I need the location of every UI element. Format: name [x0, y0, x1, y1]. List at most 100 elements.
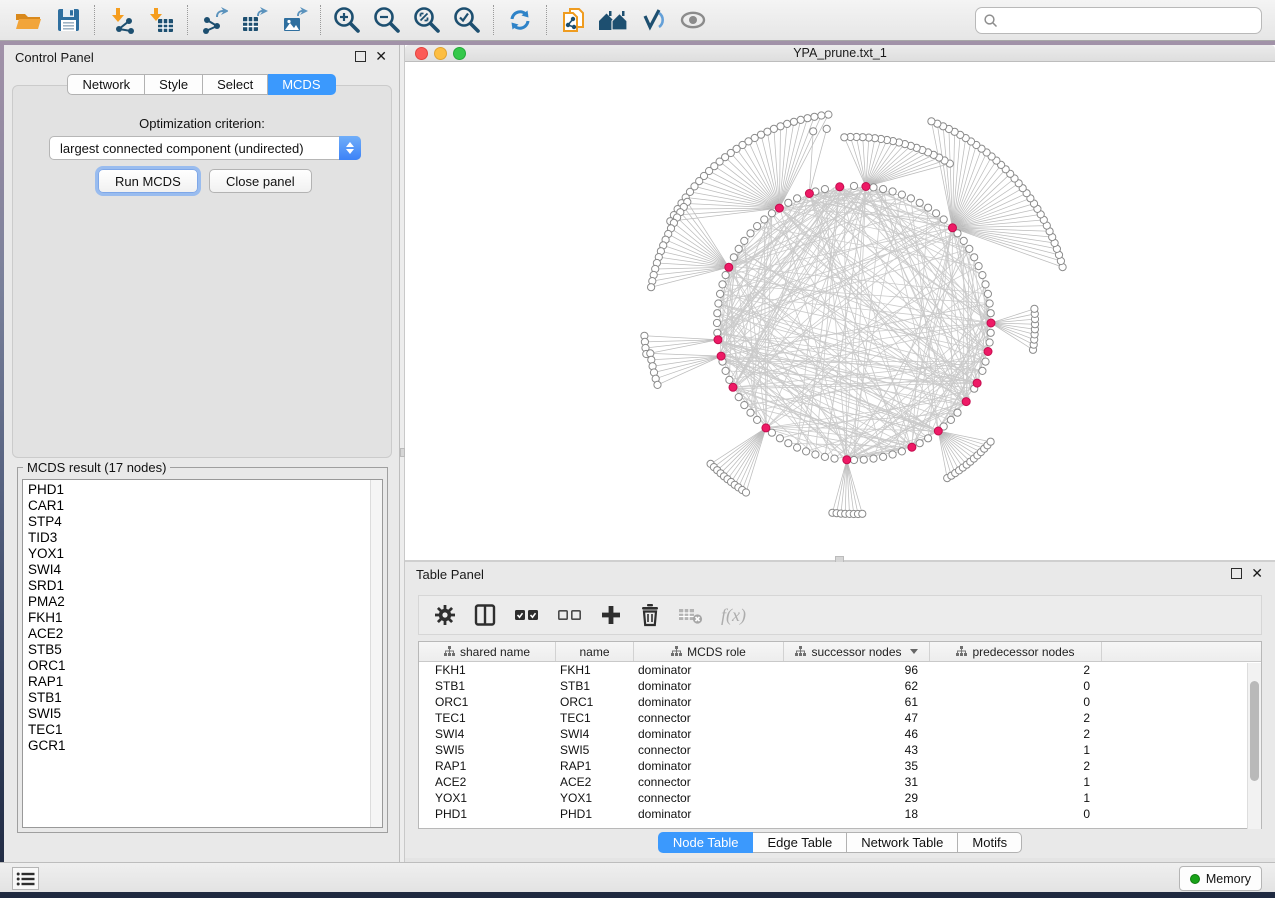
- zoom-fit-button[interactable]: [407, 3, 447, 37]
- clone-network-button[interactable]: [553, 3, 593, 37]
- mcds-result-item[interactable]: SRD1: [28, 578, 382, 594]
- refresh-layout-button[interactable]: [500, 3, 540, 37]
- mcds-result-item[interactable]: STB1: [28, 690, 382, 706]
- criterion-select[interactable]: largest connected component (undirected): [49, 136, 361, 160]
- mcds-result-item[interactable]: FKH1: [28, 610, 382, 626]
- zoom-selected-button[interactable]: [447, 3, 487, 37]
- column-header-predecessor-nodes[interactable]: predecessor nodes: [930, 642, 1102, 661]
- table-cell: dominator: [634, 759, 784, 773]
- table-row[interactable]: SWI4SWI4dominator462: [419, 726, 1261, 742]
- close-icon[interactable]: ✕: [375, 48, 387, 64]
- open-session-button[interactable]: [8, 3, 48, 37]
- mcds-result-item[interactable]: RAP1: [28, 674, 382, 690]
- import-table-button[interactable]: [141, 3, 181, 37]
- column-network-icon: [671, 646, 682, 657]
- table-cell: 2: [930, 711, 1102, 725]
- deselect-all-button[interactable]: [557, 601, 583, 629]
- close-panel-button[interactable]: Close panel: [209, 169, 312, 193]
- float-window-icon[interactable]: [1231, 568, 1242, 579]
- table-row[interactable]: SWI5SWI5connector431: [419, 742, 1261, 758]
- column-header-name[interactable]: name: [556, 642, 634, 661]
- mcds-result-item[interactable]: TID3: [28, 530, 382, 546]
- column-header-label: name: [579, 645, 609, 659]
- column-network-icon: [444, 646, 455, 657]
- mcds-result-item[interactable]: SWI4: [28, 562, 382, 578]
- show-graphics-details-button[interactable]: [673, 3, 713, 37]
- search-input[interactable]: [999, 11, 1261, 31]
- table-row[interactable]: TEC1TEC1connector472: [419, 710, 1261, 726]
- table-cell: ORC1: [556, 695, 634, 709]
- table-row[interactable]: ORC1ORC1dominator610: [419, 694, 1261, 710]
- table-cell: RAP1: [556, 759, 634, 773]
- task-history-button[interactable]: [12, 867, 39, 890]
- create-column-button[interactable]: [600, 601, 622, 629]
- mcds-result-item[interactable]: CAR1: [28, 498, 382, 514]
- table-cell: STB1: [419, 679, 556, 693]
- mcds-result-item[interactable]: PHD1: [28, 482, 382, 498]
- search-box[interactable]: [975, 7, 1262, 34]
- network-overview-button[interactable]: [593, 3, 633, 37]
- mcds-result-item[interactable]: YOX1: [28, 546, 382, 562]
- column-header-MCDS-role[interactable]: MCDS role: [634, 642, 784, 661]
- mcds-result-list[interactable]: PHD1CAR1STP4TID3YOX1SWI4SRD1PMA2FKH1ACE2…: [22, 479, 383, 828]
- hide-graphics-details-button[interactable]: [633, 3, 673, 37]
- mcds-result-item[interactable]: STB5: [28, 642, 382, 658]
- node-table[interactable]: shared name name MCDS rolesuccessor nodes p…: [418, 641, 1262, 829]
- mcds-result-item[interactable]: PMA2: [28, 594, 382, 610]
- clone-network-icon: [559, 6, 587, 34]
- mcds-result-item[interactable]: GCR1: [28, 738, 382, 754]
- table-row[interactable]: RAP1RAP1dominator352: [419, 758, 1261, 774]
- tab-node-table[interactable]: Node Table: [658, 832, 754, 853]
- mcds-result-group: MCDS result (17 nodes) PHD1CAR1STP4TID3Y…: [17, 460, 388, 833]
- network-window-titlebar[interactable]: YPA_prune.txt_1: [405, 45, 1275, 62]
- tab-mcds[interactable]: MCDS: [268, 74, 335, 95]
- table-cell: RAP1: [419, 759, 556, 773]
- toolbar-separator: [546, 5, 547, 35]
- tab-motifs[interactable]: Motifs: [958, 832, 1022, 853]
- export-table-button[interactable]: [234, 3, 274, 37]
- mcds-result-item[interactable]: ACE2: [28, 626, 382, 642]
- table-row[interactable]: YOX1YOX1connector291: [419, 790, 1261, 806]
- scrollbar-thumb[interactable]: [1250, 681, 1259, 781]
- mcds-result-item[interactable]: ORC1: [28, 658, 382, 674]
- column-header-shared-name[interactable]: shared name: [419, 642, 556, 661]
- column-header-label: predecessor nodes: [972, 645, 1074, 659]
- network-view-window[interactable]: YPA_prune.txt_1: [405, 45, 1275, 560]
- show-columns-button[interactable]: [473, 601, 497, 629]
- table-settings-button[interactable]: [434, 601, 456, 629]
- list-scrollbar[interactable]: [370, 480, 382, 827]
- float-window-icon[interactable]: [355, 51, 366, 62]
- zoom-in-button[interactable]: [327, 3, 367, 37]
- table-row[interactable]: STB1STB1dominator620: [419, 678, 1261, 694]
- function-builder-button-disabled[interactable]: f(x): [721, 601, 746, 629]
- export-network-button[interactable]: [194, 3, 234, 37]
- column-header-successor-nodes[interactable]: successor nodes: [784, 642, 930, 661]
- table-row[interactable]: FKH1FKH1dominator962: [419, 662, 1261, 678]
- table-cell: 1: [930, 743, 1102, 757]
- run-mcds-button[interactable]: Run MCDS: [98, 169, 198, 193]
- delete-column-button[interactable]: [639, 601, 661, 629]
- tab-select[interactable]: Select: [203, 74, 268, 95]
- table-row[interactable]: PHD1PHD1dominator180: [419, 806, 1261, 822]
- import-network-button[interactable]: [101, 3, 141, 37]
- network-graph-canvas[interactable]: [405, 63, 1273, 560]
- mcds-result-item[interactable]: TEC1: [28, 722, 382, 738]
- delete-table-button-disabled[interactable]: [678, 601, 704, 629]
- close-icon[interactable]: ✕: [1251, 565, 1263, 581]
- tab-network[interactable]: Network: [67, 74, 145, 95]
- tab-edge-table[interactable]: Edge Table: [753, 832, 847, 853]
- zoom-out-button[interactable]: [367, 3, 407, 37]
- table-row[interactable]: ACE2ACE2connector311: [419, 774, 1261, 790]
- memory-button[interactable]: Memory: [1179, 866, 1262, 891]
- tab-network-table[interactable]: Network Table: [847, 832, 958, 853]
- save-session-button[interactable]: [48, 3, 88, 37]
- table-panel-tabs: Node TableEdge TableNetwork TableMotifs: [405, 832, 1275, 853]
- table-scrollbar[interactable]: [1247, 663, 1261, 829]
- select-all-button[interactable]: [514, 601, 540, 629]
- list-icon: [16, 871, 35, 887]
- tab-style[interactable]: Style: [145, 74, 203, 95]
- export-image-button[interactable]: [274, 3, 314, 37]
- mcds-result-item[interactable]: SWI5: [28, 706, 382, 722]
- control-panel-tabs: NetworkStyleSelectMCDS: [4, 74, 399, 95]
- mcds-result-item[interactable]: STP4: [28, 514, 382, 530]
